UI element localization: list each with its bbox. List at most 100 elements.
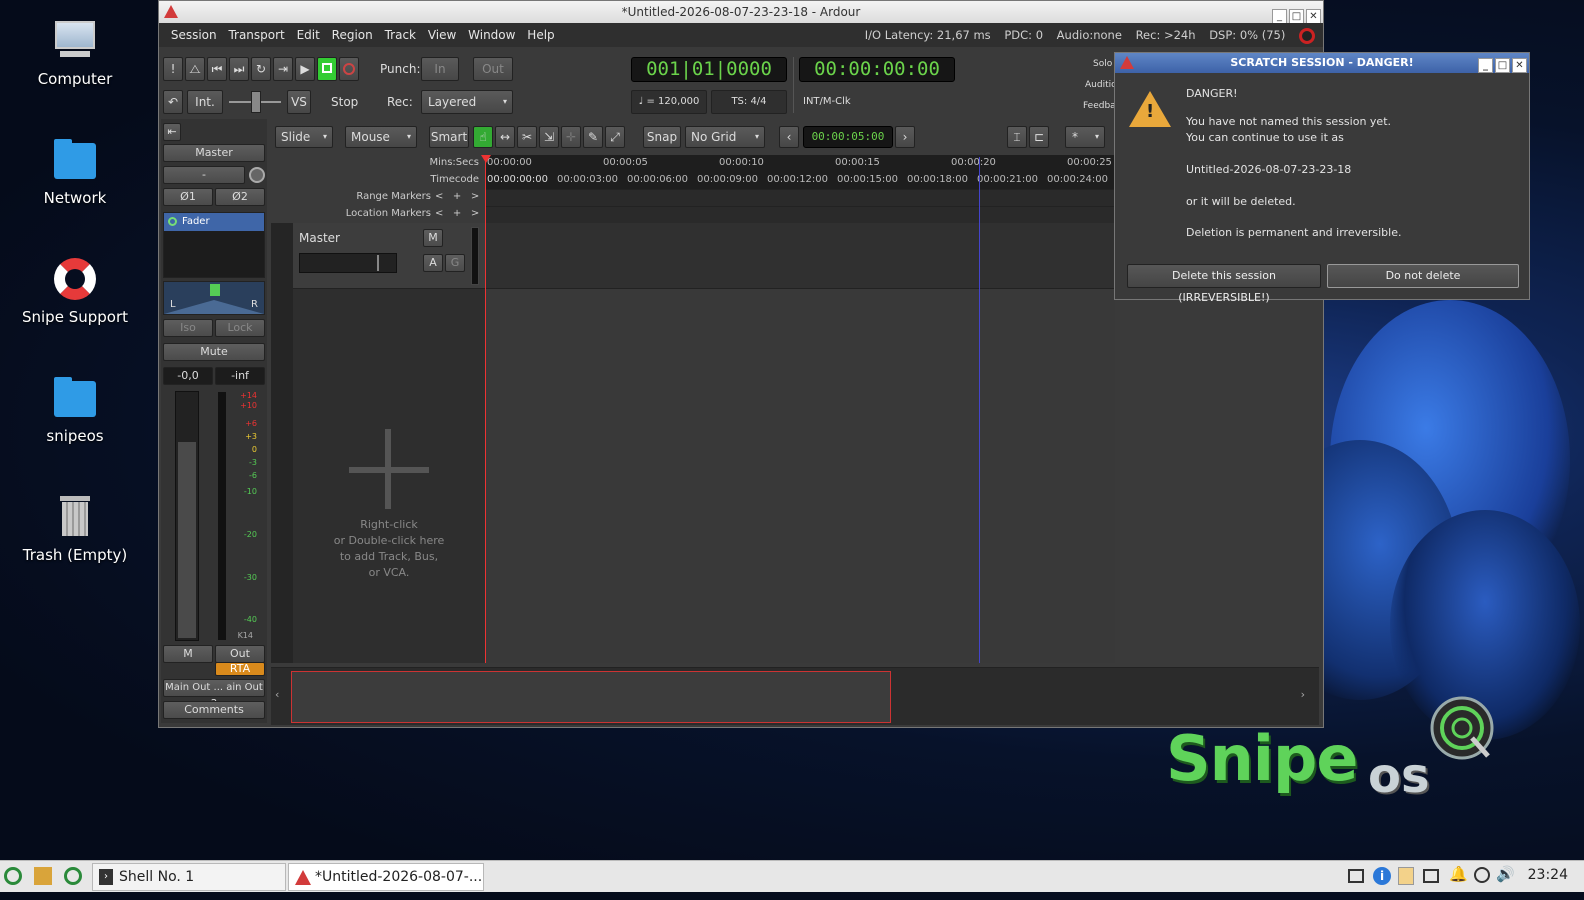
goto-start-icon[interactable]: ⏮	[207, 57, 227, 81]
maximize-button[interactable]: □	[1289, 9, 1304, 24]
taskbar-shell-button[interactable]: › Shell No. 1	[92, 863, 286, 891]
content-tool-icon[interactable]: ⤢	[605, 126, 625, 148]
loop-icon[interactable]: ↻	[251, 57, 271, 81]
output-button[interactable]: Main Out ... ain Out 2	[163, 679, 265, 709]
snap-button[interactable]: Snap	[643, 126, 681, 148]
menu-track[interactable]: Track	[381, 23, 420, 47]
desktop-icon-network[interactable]: Network	[14, 137, 136, 207]
tempo-button[interactable]: ♩ = 120,000	[631, 90, 707, 114]
solo-indicator[interactable]: Solo	[1093, 59, 1112, 69]
file-manager-icon[interactable]	[34, 867, 52, 885]
fader-processor[interactable]: Fader	[164, 213, 264, 231]
summary-viewport[interactable]	[291, 671, 891, 723]
menu-view[interactable]: View	[424, 23, 460, 47]
input-trim-knob[interactable]	[249, 167, 265, 183]
draw-tool-icon[interactable]: ✎	[583, 126, 603, 148]
edit-mode-dropdown[interactable]: Slide ▾	[275, 126, 333, 148]
track-gain-slider[interactable]	[299, 253, 397, 273]
time-signature-button[interactable]: TS: 4/4	[711, 90, 787, 114]
menu-region[interactable]: Region	[328, 23, 377, 47]
timecode-ruler[interactable]: 00:00:00:00 00:00:03:00 00:00:06:00 00:0…	[485, 172, 1115, 189]
location-marker-buttons[interactable]: < + >	[435, 208, 485, 219]
stop-icon[interactable]	[317, 57, 337, 81]
zoom-focus-icon[interactable]: ⊏	[1029, 126, 1049, 148]
punch-in-button[interactable]: In	[421, 57, 459, 81]
search-icon[interactable]	[64, 867, 82, 885]
nudge-forward-icon[interactable]: ›	[895, 126, 915, 148]
input-button[interactable]: -	[163, 166, 245, 184]
comments-button[interactable]: Comments	[163, 701, 265, 719]
record-icon[interactable]	[339, 57, 359, 81]
int-button[interactable]: Int.	[187, 90, 223, 114]
sync-source-label[interactable]: INT/M-Clk	[803, 96, 851, 107]
gain-display[interactable]: -0,0	[163, 367, 213, 385]
tray-info-icon[interactable]: i	[1373, 867, 1391, 885]
play-range-icon[interactable]: ⇥	[273, 57, 293, 81]
range-markers-ruler[interactable]	[485, 189, 1115, 206]
vs-button[interactable]: VS	[287, 90, 311, 114]
lock-button[interactable]: Lock	[215, 319, 265, 337]
grid-dropdown[interactable]: No Grid ▾	[685, 126, 765, 148]
window-titlebar[interactable]: *Untitled-2026-08-07-23-23-18 - Ardour _…	[159, 1, 1323, 24]
edit-point-marker[interactable]	[979, 157, 980, 663]
automation-button[interactable]: A	[423, 254, 443, 272]
dialog-titlebar[interactable]: SCRATCH SESSION - DANGER! _ □ ✕	[1115, 53, 1529, 73]
visible-tracks-dropdown[interactable]: * ▾	[1065, 126, 1105, 148]
tray-clipboard-icon[interactable]	[1398, 867, 1414, 885]
mins-secs-ruler[interactable]: 00:00:00 00:00:05 00:00:10 00:00:15 00:0…	[485, 155, 1115, 172]
shuttle-knob[interactable]	[251, 91, 261, 113]
edit-point-dropdown[interactable]: Mouse ▾	[345, 126, 417, 148]
menu-edit[interactable]: Edit	[293, 23, 324, 47]
gain-fader[interactable]	[175, 391, 199, 641]
menu-transport[interactable]: Transport	[224, 23, 288, 47]
minimize-button[interactable]: _	[1272, 9, 1287, 24]
location-markers-ruler[interactable]	[485, 206, 1115, 223]
stretch-tool-icon[interactable]: ⇲	[539, 126, 559, 148]
meter-out-button[interactable]: Out	[215, 645, 265, 663]
delete-session-button[interactable]: Delete this session (IRREVERSIBLE!)	[1127, 264, 1321, 304]
add-track-hint[interactable]: Right-click or Double-click here to add …	[293, 421, 485, 591]
metronome-icon[interactable]: ⧍	[185, 57, 205, 81]
desktop-icon-computer[interactable]: Computer	[14, 18, 136, 88]
menu-help[interactable]: Help	[523, 23, 558, 47]
range-tool-icon[interactable]: ↔	[495, 126, 515, 148]
close-button[interactable]: ✕	[1306, 9, 1321, 24]
nudge-back-icon[interactable]: ‹	[779, 126, 799, 148]
track-name[interactable]: Master	[299, 231, 340, 245]
scroll-right-icon[interactable]: ›	[1301, 688, 1305, 701]
peak-display[interactable]: -inf	[215, 367, 265, 385]
group-button[interactable]: G	[445, 254, 465, 272]
nudge-clock[interactable]: 00:00:05:00	[803, 126, 893, 148]
record-indicator-icon[interactable]	[1299, 27, 1315, 44]
rec-mode-dropdown[interactable]: Layered ▾	[421, 90, 513, 114]
strip-width-icon[interactable]: ⇤	[163, 123, 181, 141]
dialog-close-button[interactable]: ✕	[1512, 58, 1527, 73]
scroll-left-icon[interactable]: ‹	[275, 688, 279, 701]
tray-display-icon[interactable]	[1348, 869, 1364, 883]
panic-button[interactable]: !	[163, 57, 183, 81]
desktop-icon-snipeos[interactable]: snipeos	[14, 375, 136, 445]
audition-tool-icon[interactable]: ✛	[561, 126, 581, 148]
do-not-delete-button[interactable]: Do not delete	[1327, 264, 1519, 288]
playhead[interactable]	[485, 157, 486, 663]
goto-end-icon[interactable]: ⏭	[229, 57, 249, 81]
meter-type-label[interactable]: K14	[238, 631, 253, 640]
master-track-lane[interactable]	[485, 223, 1115, 289]
start-menu-icon[interactable]	[4, 867, 22, 885]
tray-update-icon[interactable]	[1474, 867, 1490, 883]
taskbar-ardour-button[interactable]: *Untitled-2026-08-07-...	[288, 863, 484, 891]
smart-mode-button[interactable]: Smart	[429, 126, 469, 148]
menu-window[interactable]: Window	[464, 23, 519, 47]
bbt-clock[interactable]: 001|01|0000	[631, 57, 787, 82]
master-track-header[interactable]: Master M A G	[293, 223, 485, 289]
playhead-marker-icon[interactable]	[481, 155, 491, 163]
tray-network-icon[interactable]	[1423, 869, 1439, 883]
cut-tool-icon[interactable]: ✂	[517, 126, 537, 148]
tray-notifications-icon[interactable]: 🔔	[1449, 865, 1468, 883]
play-icon[interactable]: ▶	[295, 57, 315, 81]
strip-name-button[interactable]: Master	[163, 144, 265, 162]
timecode-clock[interactable]: 00:00:00:00	[799, 57, 955, 82]
tray-volume-icon[interactable]: 🔊	[1496, 865, 1515, 883]
iso-button[interactable]: Iso	[163, 319, 213, 337]
zoom-session-icon[interactable]: ⌶	[1007, 126, 1027, 148]
